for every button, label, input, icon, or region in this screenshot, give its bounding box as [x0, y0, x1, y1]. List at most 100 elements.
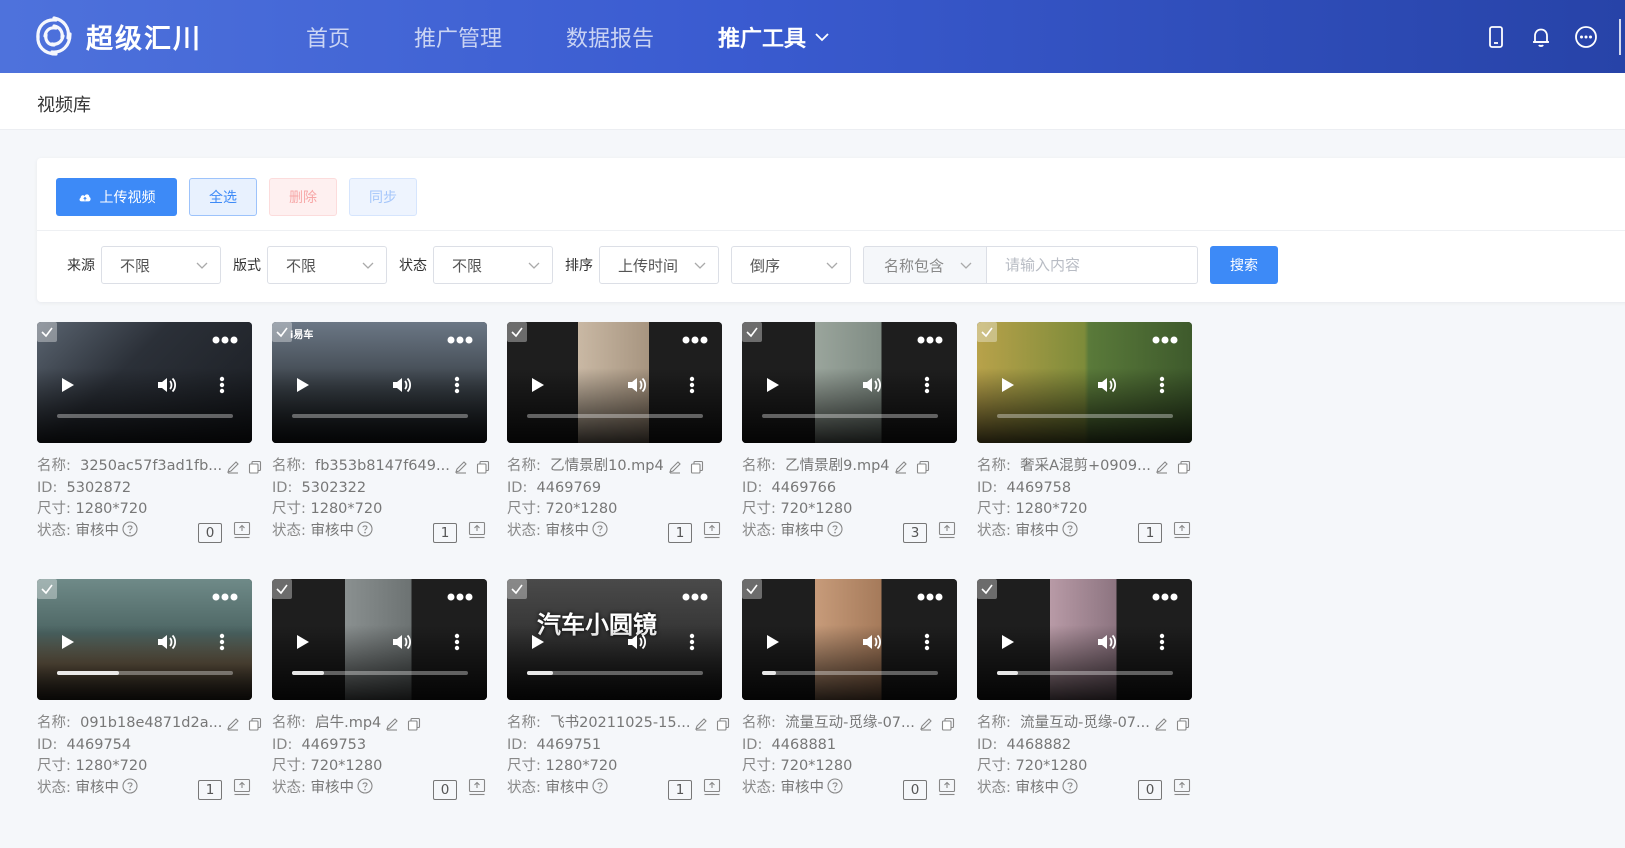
- video-card[interactable]: 名称: 乙情景剧9.mp4 ID: 4469766 尺寸: 720*1280 状…: [742, 322, 957, 562]
- help-circle-icon[interactable]: [592, 777, 608, 794]
- video-thumbnail[interactable]: [37, 322, 252, 443]
- sort-field-select[interactable]: 上传时间: [599, 246, 719, 284]
- publish-upload-icon[interactable]: [1173, 521, 1191, 539]
- publish-upload-icon[interactable]: [1173, 778, 1191, 796]
- copy-icon[interactable]: [690, 460, 704, 474]
- video-progress-bar[interactable]: [997, 414, 1173, 418]
- delete-button[interactable]: 删除: [269, 178, 337, 216]
- name-match-select[interactable]: 名称包含: [863, 246, 986, 284]
- more-vertical-icon[interactable]: [1159, 376, 1165, 394]
- edit-pencil-icon[interactable]: [919, 717, 933, 731]
- play-icon[interactable]: [531, 377, 545, 393]
- video-thumbnail[interactable]: [507, 322, 722, 443]
- source-select[interactable]: 不限: [101, 246, 221, 284]
- video-progress-bar[interactable]: [292, 671, 468, 675]
- help-circle-icon[interactable]: [122, 777, 138, 794]
- copy-icon[interactable]: [248, 717, 262, 731]
- volume-icon[interactable]: [862, 376, 882, 394]
- more-horizontal-icon[interactable]: [1152, 330, 1178, 344]
- video-thumbnail[interactable]: [977, 322, 1192, 443]
- video-progress-bar[interactable]: [762, 414, 938, 418]
- video-thumbnail[interactable]: [272, 579, 487, 700]
- volume-icon[interactable]: [392, 633, 412, 651]
- more-options-icon[interactable]: [1573, 24, 1599, 50]
- mobile-phone-icon[interactable]: [1483, 24, 1509, 50]
- more-vertical-icon[interactable]: [689, 376, 695, 394]
- help-circle-icon[interactable]: [122, 520, 138, 537]
- more-horizontal-icon[interactable]: [447, 330, 473, 344]
- select-checkbox[interactable]: [507, 322, 527, 342]
- volume-icon[interactable]: [157, 376, 177, 394]
- copy-icon[interactable]: [916, 460, 930, 474]
- publish-upload-icon[interactable]: [468, 778, 486, 796]
- select-checkbox[interactable]: [272, 579, 292, 599]
- more-vertical-icon[interactable]: [1159, 633, 1165, 651]
- play-icon[interactable]: [296, 377, 310, 393]
- nav-home[interactable]: 首页: [306, 21, 350, 53]
- more-vertical-icon[interactable]: [924, 633, 930, 651]
- search-button[interactable]: 搜索: [1210, 246, 1278, 284]
- sync-button[interactable]: 同步: [349, 178, 417, 216]
- play-icon[interactable]: [766, 634, 780, 650]
- video-thumbnail[interactable]: [742, 579, 957, 700]
- volume-icon[interactable]: [1097, 633, 1117, 651]
- edit-pencil-icon[interactable]: [226, 717, 240, 731]
- format-select[interactable]: 不限: [267, 246, 387, 284]
- volume-icon[interactable]: [627, 376, 647, 394]
- video-card[interactable]: i易车 名称: fb353b8147f649... ID: 5302322 尺寸…: [272, 322, 489, 562]
- video-progress-bar[interactable]: [57, 671, 233, 675]
- more-horizontal-icon[interactable]: [917, 330, 943, 344]
- edit-pencil-icon[interactable]: [226, 460, 240, 474]
- play-icon[interactable]: [531, 634, 545, 650]
- play-icon[interactable]: [61, 634, 75, 650]
- select-all-button[interactable]: 全选: [189, 178, 257, 216]
- logo[interactable]: 超级汇川: [30, 12, 202, 60]
- video-card[interactable]: 汽车小圆镜 名称: 飞书20211025-15... ID: 4469751: [507, 579, 730, 819]
- video-card[interactable]: 名称: 流量互动-觅缘-07... ID: 4468881 尺寸: 720*12…: [742, 579, 957, 819]
- select-checkbox[interactable]: [272, 322, 292, 342]
- help-circle-icon[interactable]: [357, 520, 373, 537]
- edit-pencil-icon[interactable]: [1154, 717, 1168, 731]
- nav-promotion-management[interactable]: 推广管理: [414, 21, 502, 53]
- more-vertical-icon[interactable]: [454, 376, 460, 394]
- publish-upload-icon[interactable]: [233, 521, 251, 539]
- video-card[interactable]: 名称: 3250ac57f3ad1fb... ID: 5302872 尺寸: 1…: [37, 322, 262, 562]
- help-circle-icon[interactable]: [827, 520, 843, 537]
- publish-upload-icon[interactable]: [703, 521, 721, 539]
- more-horizontal-icon[interactable]: [682, 587, 708, 601]
- more-horizontal-icon[interactable]: [212, 587, 238, 601]
- video-thumbnail[interactable]: [742, 322, 957, 443]
- video-card[interactable]: 名称: 乙情景剧10.mp4 ID: 4469769 尺寸: 720*1280 …: [507, 322, 722, 562]
- select-checkbox[interactable]: [977, 322, 997, 342]
- volume-icon[interactable]: [862, 633, 882, 651]
- volume-icon[interactable]: [157, 633, 177, 651]
- sort-order-select[interactable]: 倒序: [731, 246, 851, 284]
- publish-upload-icon[interactable]: [468, 521, 486, 539]
- help-circle-icon[interactable]: [592, 520, 608, 537]
- help-circle-icon[interactable]: [1062, 777, 1078, 794]
- video-card[interactable]: 名称: 流量互动-觅缘-07... ID: 4468882 尺寸: 720*12…: [977, 579, 1192, 819]
- video-progress-bar[interactable]: [292, 414, 468, 418]
- select-checkbox[interactable]: [37, 579, 57, 599]
- play-icon[interactable]: [1001, 634, 1015, 650]
- publish-upload-icon[interactable]: [938, 521, 956, 539]
- select-checkbox[interactable]: [742, 579, 762, 599]
- video-thumbnail[interactable]: i易车: [272, 322, 487, 443]
- more-vertical-icon[interactable]: [219, 376, 225, 394]
- volume-icon[interactable]: [627, 633, 647, 651]
- nav-promotion-tools[interactable]: 推广工具: [718, 21, 830, 53]
- publish-upload-icon[interactable]: [703, 778, 721, 796]
- bell-icon[interactable]: [1528, 24, 1554, 50]
- more-horizontal-icon[interactable]: [682, 330, 708, 344]
- play-icon[interactable]: [61, 377, 75, 393]
- more-horizontal-icon[interactable]: [917, 587, 943, 601]
- copy-icon[interactable]: [716, 717, 730, 731]
- nav-data-report[interactable]: 数据报告: [566, 21, 654, 53]
- video-card[interactable]: 名称: 奢采A混剪+0909... ID: 4469758 尺寸: 1280*7…: [977, 322, 1192, 562]
- help-circle-icon[interactable]: [827, 777, 843, 794]
- copy-icon[interactable]: [1177, 460, 1191, 474]
- edit-pencil-icon[interactable]: [894, 460, 908, 474]
- video-progress-bar[interactable]: [762, 671, 938, 675]
- video-card[interactable]: 名称: 091b18e4871d2a... ID: 4469754 尺寸: 12…: [37, 579, 262, 819]
- edit-pencil-icon[interactable]: [694, 717, 708, 731]
